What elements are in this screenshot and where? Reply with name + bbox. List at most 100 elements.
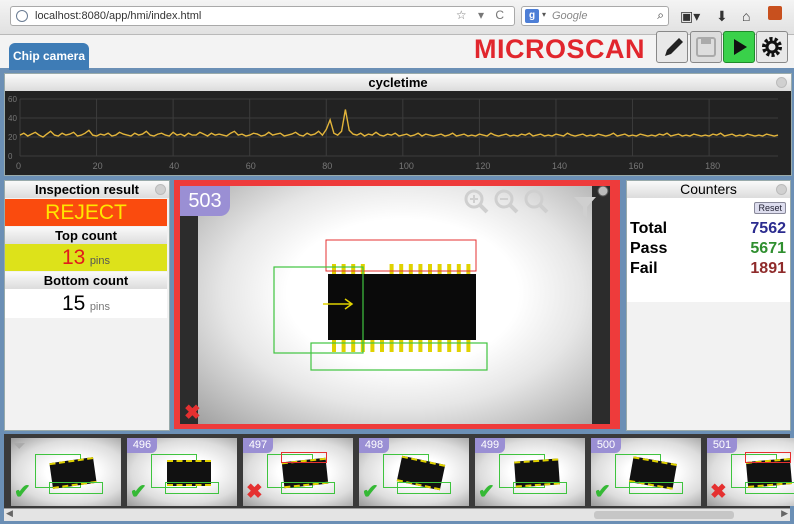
scroll-left-icon[interactable]: ◀ [6,508,13,519]
roi-box [281,482,335,494]
globe-icon [16,10,28,22]
pin-bottom [351,340,356,352]
tab-chip-camera[interactable]: Chip camera [9,43,89,70]
filmstrip-scrollbar[interactable]: ◀ ▶ [4,508,790,521]
bottom-count-value: 15 [62,292,86,315]
roi-box-fail [281,452,327,463]
address-bar[interactable]: localhost:8080/app/hmi/index.html ☆ ▾ C [10,6,515,26]
pin-top [399,264,404,274]
addon-icon[interactable] [768,6,782,20]
panel-menu-icon[interactable] [776,184,787,195]
bookmarks-icon[interactable]: ▣▾ [680,8,700,25]
pin-bottom [408,340,413,352]
inspection-overlay [273,239,488,371]
url-controls[interactable]: ☆ ▾ C [456,8,508,22]
scroll-right-icon[interactable]: ▶ [781,508,788,519]
zoom-in-icon[interactable] [463,188,489,214]
counter-row-pass: Pass 5671 [630,240,786,258]
corner-menu-icon[interactable] [596,186,610,198]
pin-bottom [380,340,384,352]
chevron-down-icon[interactable]: ▾ [542,10,546,19]
filmstrip-thumbnail[interactable]: 499 ✔ [475,438,585,506]
thumbnail-number: 497 [243,438,273,453]
pass-check-icon: ✔ [14,481,31,503]
save-button[interactable] [690,31,722,63]
reset-button[interactable]: Reset [754,202,786,214]
search-bar[interactable]: g ▾ Google ⌕ [521,6,669,26]
roi-box-fail [745,452,791,463]
pin-bottom [370,340,375,352]
google-icon[interactable]: g [525,9,539,23]
run-button[interactable] [723,31,755,63]
thumbnail-number: 496 [127,438,157,453]
pin-top [437,264,442,274]
pin-top [341,264,346,274]
filmstrip-thumbnail[interactable]: 496 ✔ [127,438,237,506]
settings-button[interactable] [756,31,788,63]
top-count-value: 13 [62,246,86,269]
counter-value: 7562 [750,220,786,237]
filmstrip-thumbnail[interactable]: 501 ✖ [707,438,794,506]
filmstrip-thumbnail[interactable]: ⏷ ✔ [11,438,121,506]
counter-label: Fail [630,260,658,277]
panel-menu-icon[interactable] [155,184,166,195]
y-tick-label: 40 [8,114,17,123]
play-icon [734,39,747,55]
fail-icon: ✖ [184,402,201,424]
counter-value: 1891 [750,260,786,277]
pencil-icon [665,38,683,56]
filmstrip-thumbnail[interactable]: 497 ✖ [243,438,353,506]
pin-bottom [466,340,471,352]
pin-top [428,264,432,274]
counter-label: Pass [630,240,668,257]
y-tick-label: 60 [8,95,17,104]
x-tick-label: 20 [93,161,103,171]
home-icon[interactable]: ⌂ [742,8,750,24]
pin-top [351,264,356,274]
inspection-panel: Inspection result REJECT Top count 13 pi… [4,180,170,431]
filter-icon[interactable]: ⏷ [13,438,26,456]
download-icon[interactable]: ⬇ [716,8,728,25]
search-placeholder: Google [552,10,588,22]
cycletime-chart: 60 40 20 00 20 40 60 80 100 120 140 160 180 [6,93,786,172]
thumbnail-number: 500 [591,438,621,453]
gear-icon [762,37,782,57]
edit-button[interactable] [656,31,688,63]
filmstrip-thumbnail[interactable]: 498 ✔ [359,438,469,506]
x-tick-label: 0 [16,161,21,171]
panel-menu-icon[interactable] [776,77,787,88]
filmstrip-thumbnail[interactable]: 500 ✔ [591,438,701,506]
x-tick-label: 60 [246,161,256,171]
top-count-box: 13 pins [5,244,167,271]
pin-top [418,264,423,274]
roi-box [397,482,451,494]
pin-bottom [447,340,452,352]
top-count-label: Top count [5,227,167,244]
x-tick-label: 140 [552,161,567,171]
x-tick-label: 180 [705,161,720,171]
zoom-fit-icon[interactable] [523,188,549,214]
pin-bottom [332,340,336,352]
pin-bottom [341,340,346,352]
pass-check-icon: ✔ [594,481,611,503]
filter-icon[interactable] [572,194,598,220]
pass-check-icon: ✔ [130,481,147,503]
image-viewer[interactable]: 503 ✖ [180,186,610,424]
pin-top [332,264,336,274]
search-icon[interactable]: ⌕ [657,8,664,23]
scrollbar-thumb[interactable] [594,511,734,519]
cycletime-title: cycletime [5,74,791,91]
pin-top [447,264,452,274]
counter-label: Total [630,220,668,237]
y-tick-label: 20 [8,133,17,142]
counter-value: 5671 [750,240,786,257]
x-tick-label: 120 [475,161,490,171]
y-tick-label: 0 [8,152,13,161]
roi-box [513,482,567,494]
pin-bottom [437,340,442,352]
pin-bottom [418,340,423,352]
inspection-title: Inspection result [5,181,169,198]
browser-toolbar: localhost:8080/app/hmi/index.html ☆ ▾ C … [0,0,794,35]
zoom-out-icon[interactable] [493,188,519,214]
roi-box [165,482,219,494]
